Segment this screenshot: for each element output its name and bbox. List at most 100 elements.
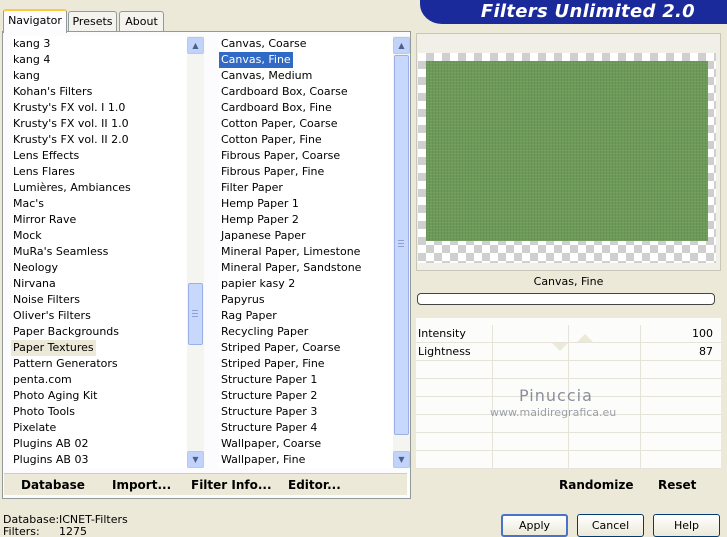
category-list-item[interactable]: Plugins AB 02	[11, 436, 90, 452]
filter-list[interactable]: Canvas, Coarse Canvas, Fine Canvas, Medium…	[219, 36, 394, 468]
filter-list-item[interactable]: Canvas, Medium	[219, 68, 314, 84]
parameter-slider-marker[interactable]	[576, 334, 593, 342]
parameter-divider	[640, 343, 641, 361]
import-button[interactable]: Import...	[112, 477, 171, 493]
parameter-label: Lightness	[418, 345, 471, 358]
parameter-divider	[492, 361, 493, 379]
watermark-name: Pinuccia	[519, 386, 593, 405]
category-list-item[interactable]: Nirvana	[11, 276, 58, 292]
filter-list-item[interactable]: Hemp Paper 1	[219, 196, 301, 212]
parameter-divider	[568, 433, 569, 451]
category-list-item[interactable]: Pattern Generators	[11, 356, 120, 372]
grip-line	[192, 313, 198, 314]
filter-list-item[interactable]: Papyrus	[219, 292, 267, 308]
category-list-item[interactable]: Kohan's Filters	[11, 84, 94, 100]
filter-list-item[interactable]: Hemp Paper 2	[219, 212, 301, 228]
filter-list-item[interactable]: Canvas, Coarse	[219, 36, 309, 52]
filter-list-item[interactable]: Canvas, Fine	[219, 52, 293, 68]
parameter-row[interactable]: Intensity 100	[416, 325, 721, 343]
filter-list-item[interactable]: Mineral Paper, Sandstone	[219, 260, 363, 276]
filter-scroll-thumb[interactable]	[394, 55, 409, 435]
filter-list-item[interactable]: Filter Paper	[219, 180, 285, 196]
filter-list-item[interactable]: Striped Paper, Coarse	[219, 340, 342, 356]
filter-scroll-down-button[interactable]: ▼	[393, 451, 410, 468]
filter-list-item[interactable]: Japanese Paper	[219, 228, 308, 244]
category-list-item[interactable]: Lumières, Ambiances	[11, 180, 133, 196]
category-list-item[interactable]: Photo Aging Kit	[11, 388, 99, 404]
category-list-item[interactable]: Mock	[11, 228, 44, 244]
category-list-item[interactable]: Paper Textures	[11, 340, 96, 356]
tab-about[interactable]: About	[119, 11, 164, 32]
filter-list-item[interactable]: papier kasy 2	[219, 276, 297, 292]
filter-list-item[interactable]: Structure Paper 3	[219, 404, 319, 420]
empty-parameter-row	[416, 361, 721, 379]
category-list-item[interactable]: Mac's	[11, 196, 46, 212]
category-list-item[interactable]: Photo Tools	[11, 404, 77, 420]
filter-list-item[interactable]: Recycling Paper	[219, 324, 310, 340]
category-list-item[interactable]: Noise Filters	[11, 292, 82, 308]
category-list-item[interactable]: Paper Backgrounds	[11, 324, 121, 340]
filter-list-item[interactable]: Structure Paper 4	[219, 420, 319, 436]
filter-list-item[interactable]: Structure Paper 1	[219, 372, 319, 388]
filters-count-value: 1275	[59, 525, 87, 537]
filter-list-item[interactable]: Cardboard Box, Coarse	[219, 84, 350, 100]
category-list-item[interactable]: Krusty's FX vol. I 1.0	[11, 100, 127, 116]
category-list-item[interactable]: kang	[11, 68, 42, 84]
category-list[interactable]: kang 3 kang 4 kang Kohan's Filters Krusty's …	[11, 36, 187, 468]
category-list-item[interactable]: Neology	[11, 260, 60, 276]
category-list-item[interactable]: kang 4	[11, 52, 52, 68]
cancel-button[interactable]: Cancel	[577, 514, 644, 537]
category-list-item[interactable]: Plugins AB 03	[11, 452, 90, 468]
parameter-value: 87	[699, 345, 713, 358]
filter-list-item[interactable]: Cotton Paper, Fine	[219, 132, 324, 148]
parameter-divider	[492, 433, 493, 451]
filter-list-item[interactable]: Mineral Paper, Limestone	[219, 244, 362, 260]
filter-list-item[interactable]: Cardboard Box, Fine	[219, 100, 334, 116]
filter-list-item[interactable]: Fibrous Paper, Fine	[219, 164, 326, 180]
category-list-item[interactable]: penta.com	[11, 372, 74, 388]
filter-scroll-up-button[interactable]: ▲	[393, 37, 410, 54]
parameter-value: 100	[692, 327, 713, 340]
preview-image	[426, 61, 708, 241]
category-scroll-down-button[interactable]: ▼	[187, 451, 204, 468]
help-button[interactable]: Help	[653, 514, 720, 537]
editor-button[interactable]: Editor...	[288, 477, 341, 493]
parameter-divider	[640, 451, 641, 469]
apply-button[interactable]: Apply	[501, 514, 568, 537]
category-list-item[interactable]: Mirror Rave	[11, 212, 78, 228]
filter-list-item[interactable]: Fibrous Paper, Coarse	[219, 148, 342, 164]
category-list-item[interactable]: Lens Effects	[11, 148, 81, 164]
category-list-item[interactable]: Lens Flares	[11, 164, 77, 180]
filter-list-item[interactable]: Wallpaper, Fine	[219, 452, 307, 468]
parameter-divider	[568, 325, 569, 343]
parameter-divider	[492, 325, 493, 343]
grip-line	[398, 240, 404, 241]
tab-navigator[interactable]: Navigator	[3, 9, 67, 33]
filter-list-item[interactable]: Rag Paper	[219, 308, 279, 324]
grip-line	[192, 316, 198, 317]
filter-list-item[interactable]: Wallpaper, Coarse	[219, 436, 323, 452]
filter-list-item[interactable]: Structure Paper 2	[219, 388, 319, 404]
parameter-row[interactable]: Lightness 87	[416, 343, 721, 361]
filter-list-item[interactable]: Striped Paper, Fine	[219, 356, 327, 372]
category-scroll-up-button[interactable]: ▲	[187, 37, 204, 54]
reset-button[interactable]: Reset	[658, 477, 696, 493]
category-list-item[interactable]: Oliver's Filters	[11, 308, 93, 324]
parameter-divider	[640, 397, 641, 415]
tab-presets[interactable]: Presets	[68, 11, 117, 32]
category-scrollbar[interactable]	[187, 36, 204, 468]
randomize-button[interactable]: Randomize	[559, 477, 633, 493]
parameter-divider	[568, 451, 569, 469]
category-list-item[interactable]: Pixelate	[11, 420, 58, 436]
category-list-item[interactable]: Krusty's FX vol. II 1.0	[11, 116, 131, 132]
category-list-item[interactable]: MuRa's Seamless	[11, 244, 110, 260]
category-list-item[interactable]: Krusty's FX vol. II 2.0	[11, 132, 131, 148]
database-button[interactable]: Database	[21, 477, 85, 493]
category-list-item[interactable]: kang 3	[11, 36, 52, 52]
parameter-divider	[640, 379, 641, 397]
filter-info-button[interactable]: Filter Info...	[191, 477, 272, 493]
grip-line	[398, 246, 404, 247]
filter-list-item[interactable]: Cotton Paper, Coarse	[219, 116, 340, 132]
parameter-slider-marker[interactable]	[552, 343, 569, 351]
category-scroll-thumb[interactable]	[188, 283, 203, 345]
